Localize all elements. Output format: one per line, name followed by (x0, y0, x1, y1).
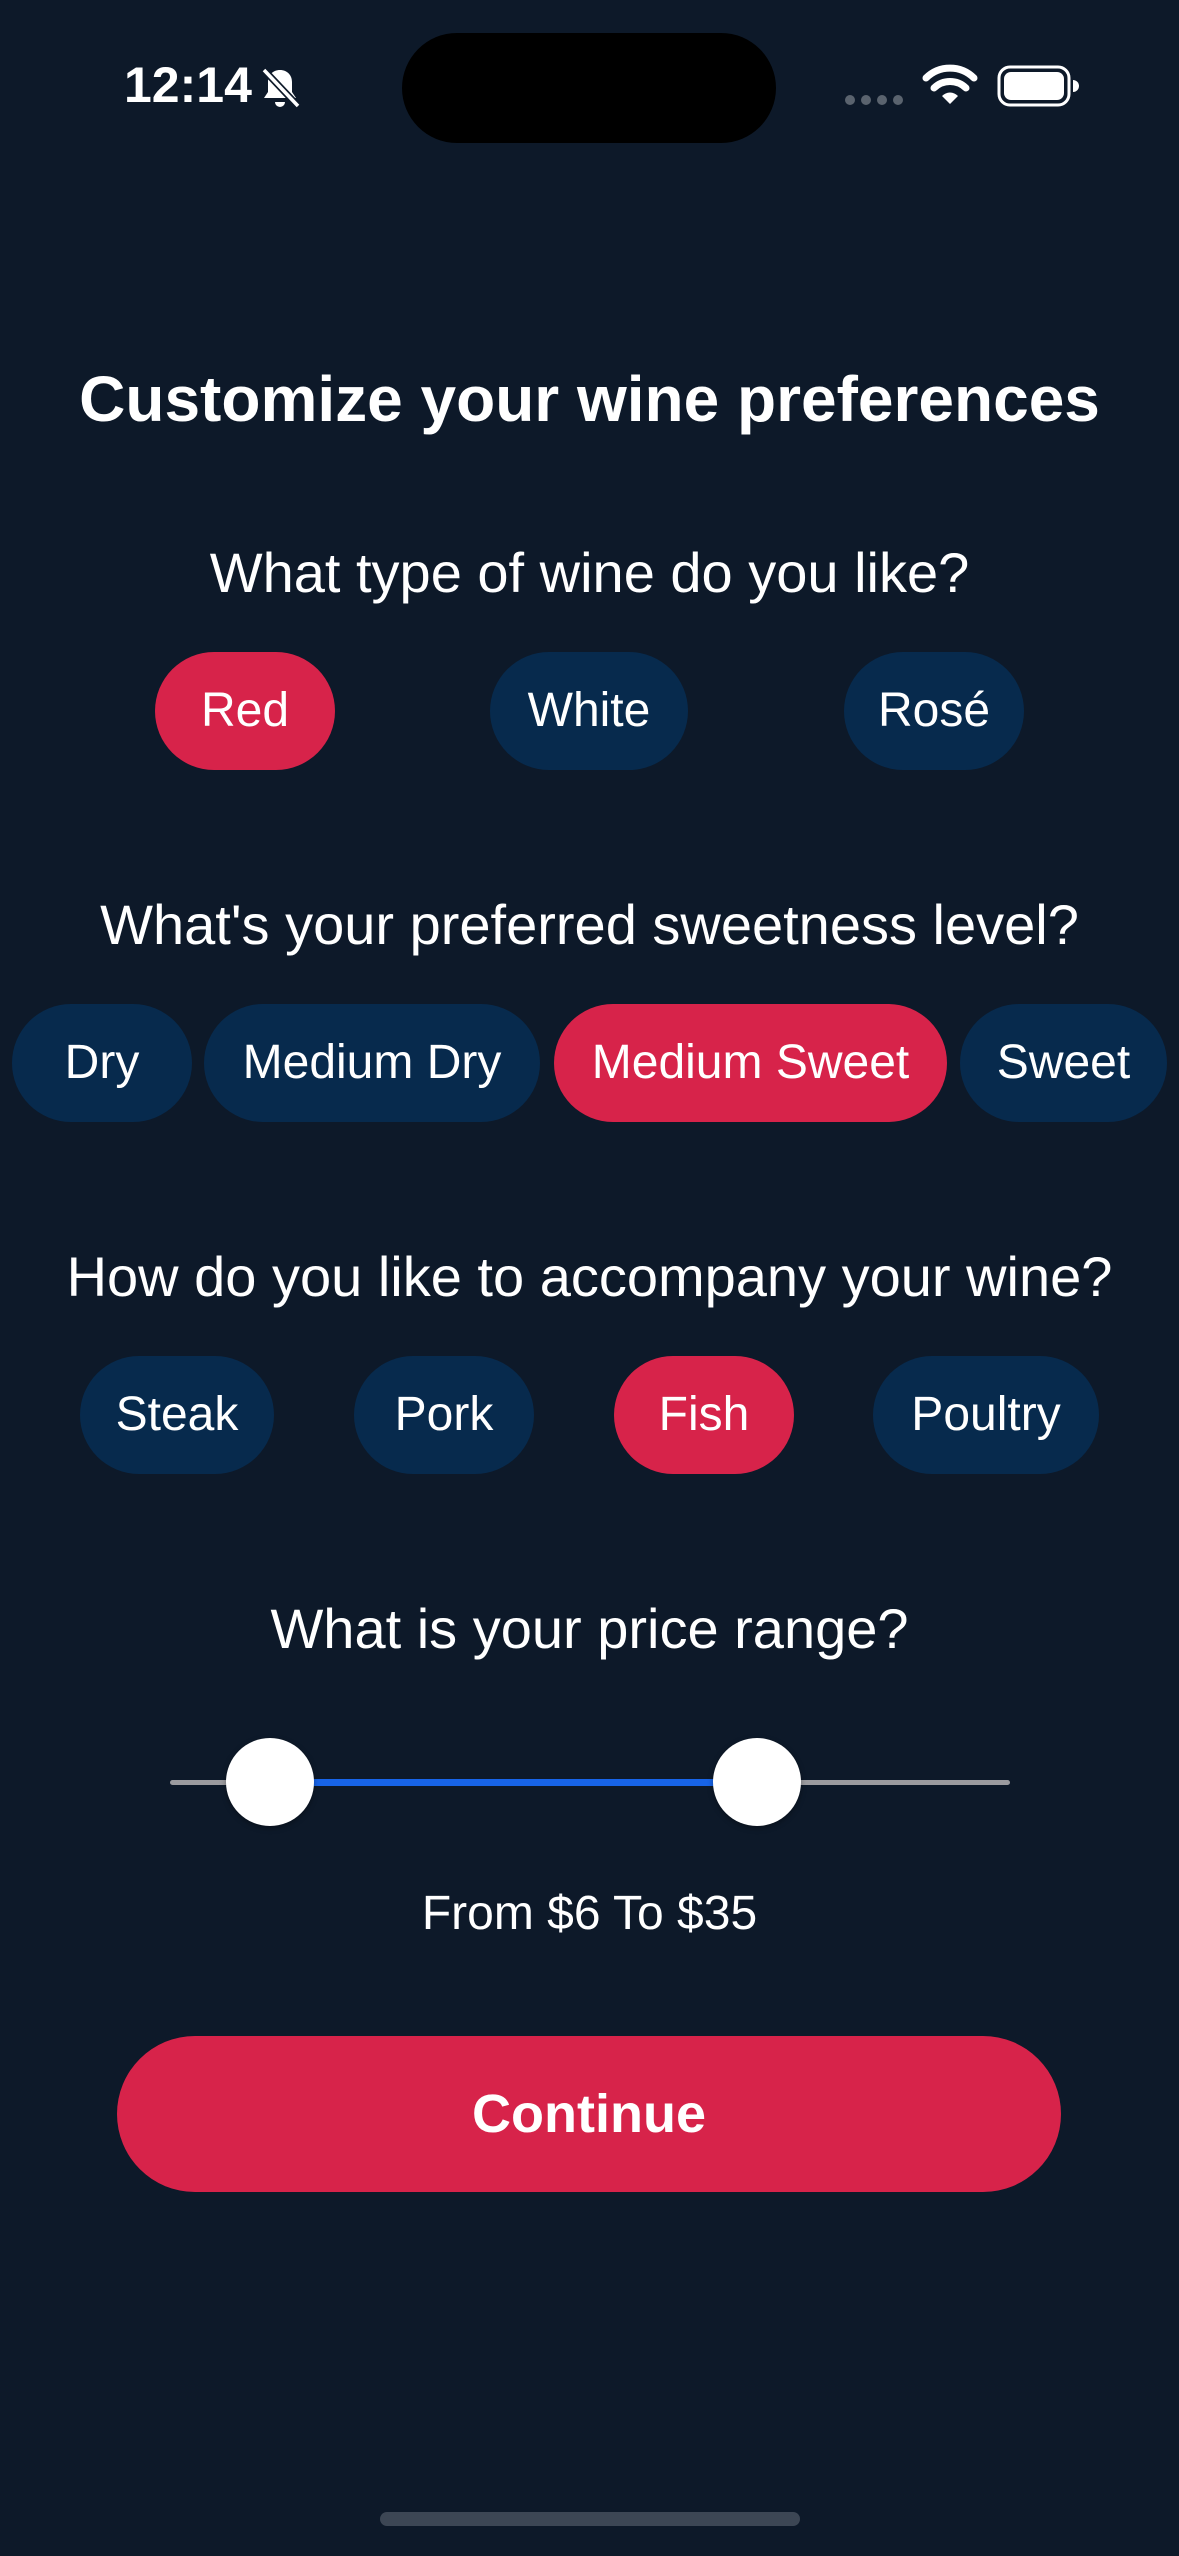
pairing-option-pork[interactable]: Pork (354, 1356, 534, 1474)
wine-type-option-white[interactable]: White (490, 652, 688, 770)
continue-button[interactable]: Continue (117, 2036, 1061, 2192)
price-slider-min-thumb[interactable] (226, 1738, 314, 1826)
wine-type-option-red[interactable]: Red (155, 652, 335, 770)
price-question: What is your price range? (270, 1597, 909, 1660)
pairing-option-fish[interactable]: Fish (614, 1356, 794, 1474)
wine-type-option-rose[interactable]: Rosé (844, 652, 1024, 770)
pairing-option-steak[interactable]: Steak (80, 1356, 274, 1474)
price-slider-range-fill (270, 1779, 756, 1786)
status-bar: 12:14 (0, 0, 1179, 180)
sweetness-option-medium-sweet[interactable]: Medium Sweet (554, 1004, 947, 1122)
dynamic-island (402, 33, 776, 143)
sweetness-question: What's your preferred sweetness level? (100, 893, 1079, 956)
wine-type-question: What type of wine do you like? (209, 541, 970, 604)
bell-slash-icon (261, 67, 301, 109)
price-slider-max-thumb[interactable] (713, 1738, 801, 1826)
sweetness-option-medium-dry[interactable]: Medium Dry (204, 1004, 540, 1122)
pairing-question: How do you like to accompany your wine? (66, 1245, 1113, 1308)
battery-icon (997, 65, 1079, 107)
home-indicator (380, 2512, 800, 2526)
page-title: Customize your wine preferences (79, 363, 1100, 435)
signal-icon (845, 95, 903, 105)
sweetness-option-dry[interactable]: Dry (12, 1004, 192, 1122)
wifi-icon (922, 64, 978, 104)
sweetness-option-sweet[interactable]: Sweet (960, 1004, 1167, 1122)
pairing-option-poultry[interactable]: Poultry (873, 1356, 1099, 1474)
status-time: 12:14 (124, 57, 252, 113)
price-range-label: From $6 To $35 (421, 1887, 758, 1940)
